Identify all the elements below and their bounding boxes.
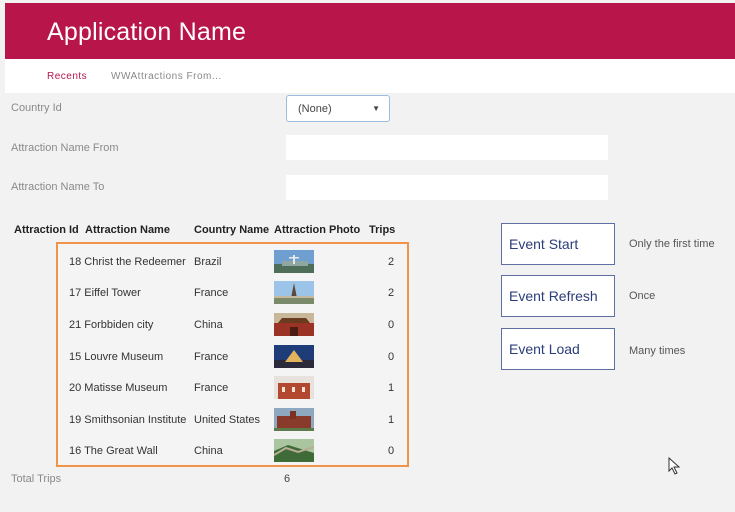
attraction-name-cell: 20 Matisse Museum	[69, 382, 168, 394]
trips-cell: 2	[388, 287, 395, 299]
column-header-country-name[interactable]: Country Name	[194, 224, 269, 236]
event-refresh-label: Event Refresh	[509, 288, 598, 304]
event-start-note: Only the first time	[629, 238, 715, 250]
trips-cell: 1	[388, 414, 395, 426]
breadcrumb: Recents WWAttractions From...	[5, 59, 735, 93]
event-load-note: Many times	[629, 345, 686, 357]
country-name-cell: United States	[194, 414, 261, 426]
event-refresh-button[interactable]: Event Refresh	[501, 275, 615, 317]
louvre-museum-photo	[274, 345, 314, 368]
attraction-name-to-label: Attraction Name To	[11, 181, 105, 193]
attraction-name-from-label: Attraction Name From	[11, 142, 119, 154]
trips-cell: 2	[388, 256, 395, 268]
attraction-name-to-input[interactable]	[286, 175, 608, 200]
smithsonian-photo	[274, 408, 314, 431]
country-name-cell: France	[194, 351, 229, 363]
attraction-name-cell: 15 Louvre Museum	[69, 351, 164, 363]
attraction-name-cell: 21 Forbbiden city	[69, 319, 154, 331]
event-start-label: Event Start	[509, 236, 579, 252]
christ-redeemer-photo	[274, 250, 314, 273]
column-header-attraction-photo[interactable]: Attraction Photo	[274, 224, 360, 236]
country-id-label: Country Id	[11, 102, 62, 114]
table-row[interactable]: 18 Christ the Redeemer Brazil 2	[58, 247, 407, 277]
attraction-name-cell: 19 Smithsonian Institute	[69, 414, 187, 426]
table-row[interactable]: 16 The Great Wall China 0	[58, 436, 407, 466]
country-id-selected-value: (None)	[298, 103, 332, 115]
attraction-name-cell: 17 Eiffel Tower	[69, 287, 141, 299]
dropdown-caret-icon: ▼	[372, 104, 380, 113]
eiffel-tower-photo	[274, 281, 314, 304]
table-row[interactable]: 20 Matisse Museum France 1	[58, 373, 407, 403]
attraction-name-cell: 18 Christ the Redeemer	[69, 256, 186, 268]
country-name-cell: China	[194, 319, 223, 331]
event-start-button[interactable]: Event Start	[501, 223, 615, 265]
app-title: Application Name	[47, 18, 247, 46]
mouse-pointer-icon	[668, 457, 681, 475]
column-header-attraction-name[interactable]: Attraction Name	[85, 224, 170, 236]
column-header-attraction-id[interactable]: Attraction Id	[14, 224, 79, 236]
event-refresh-note: Once	[629, 290, 656, 302]
attractions-grid: 18 Christ the Redeemer Brazil 2 17 Eiffe…	[56, 242, 409, 467]
table-row[interactable]: 17 Eiffel Tower France 2	[58, 278, 407, 308]
table-row[interactable]: 19 Smithsonian Institute United States 1	[58, 405, 407, 435]
breadcrumb-recents-link[interactable]: Recents	[47, 71, 87, 82]
trips-cell: 0	[388, 351, 395, 363]
app-header: Application Name	[5, 3, 735, 59]
event-load-label: Event Load	[509, 341, 580, 357]
country-name-cell: France	[194, 287, 229, 299]
forbidden-city-photo	[274, 313, 314, 336]
matisse-museum-photo	[274, 376, 314, 399]
country-id-select[interactable]: (None) ▼	[286, 95, 390, 122]
trips-cell: 0	[388, 319, 395, 331]
country-name-cell: Brazil	[194, 256, 222, 268]
trips-cell: 0	[388, 445, 395, 457]
trips-cell: 1	[388, 382, 395, 394]
attraction-name-cell: 16 The Great Wall	[69, 445, 158, 457]
column-header-trips[interactable]: Trips	[369, 224, 395, 236]
attraction-name-from-input[interactable]	[286, 135, 608, 160]
table-row[interactable]: 21 Forbbiden city China 0	[58, 310, 407, 340]
total-trips-value: 6	[284, 473, 291, 485]
great-wall-photo	[274, 439, 314, 462]
total-trips-label: Total Trips	[11, 473, 62, 485]
event-load-button[interactable]: Event Load	[501, 328, 615, 370]
country-name-cell: China	[194, 445, 223, 457]
table-row[interactable]: 15 Louvre Museum France 0	[58, 342, 407, 372]
breadcrumb-current: WWAttractions From...	[111, 71, 222, 82]
country-name-cell: France	[194, 382, 229, 394]
